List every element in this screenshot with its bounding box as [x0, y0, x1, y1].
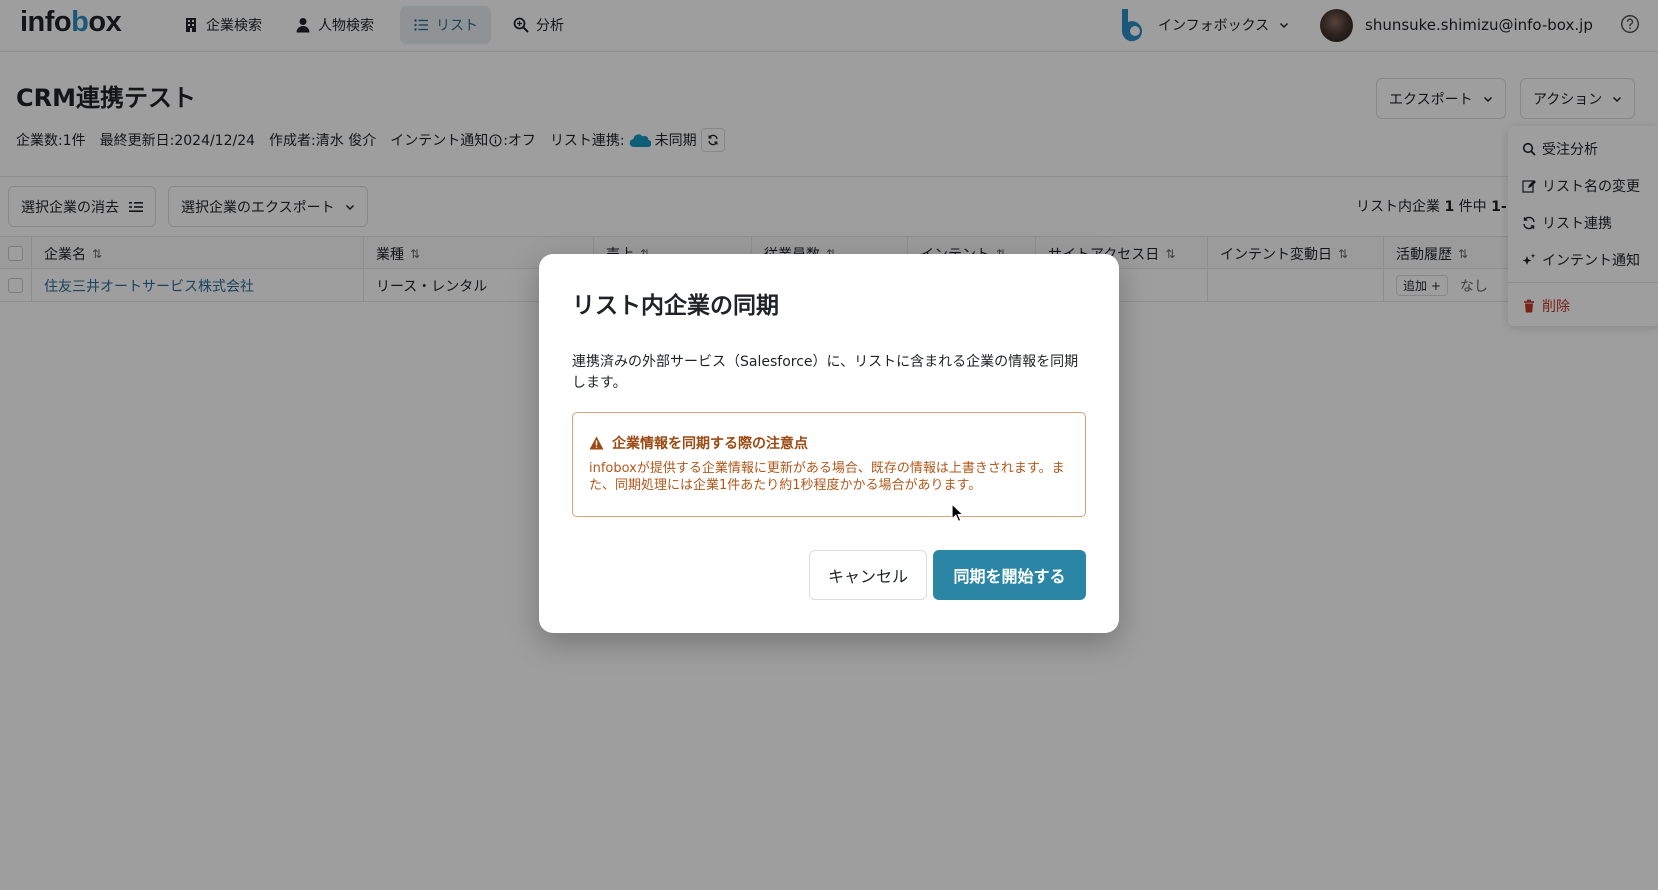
- mouse-cursor-icon: [951, 503, 965, 523]
- modal-description: 連携済みの外部サービス（Salesforce）に、リストに含まれる企業の情報を同…: [572, 354, 1079, 391]
- modal-title: リスト内企業の同期: [572, 293, 779, 319]
- warning-title: 企業情報を同期する際の注意点: [589, 433, 808, 453]
- warning-body: infoboxが提供する企業情報に更新がある場合、既存の情報は上書きされます。ま…: [589, 461, 1065, 493]
- cancel-button[interactable]: キャンセル: [809, 550, 927, 600]
- warning-icon: [589, 436, 604, 450]
- start-sync-button[interactable]: 同期を開始する: [933, 550, 1086, 600]
- sync-modal: リスト内企業の同期 連携済みの外部サービス（Salesforce）に、リストに含…: [539, 254, 1119, 633]
- warning-title-text: 企業情報を同期する際の注意点: [612, 436, 808, 452]
- warning-box: 企業情報を同期する際の注意点 infoboxが提供する企業情報に更新がある場合、…: [572, 412, 1086, 517]
